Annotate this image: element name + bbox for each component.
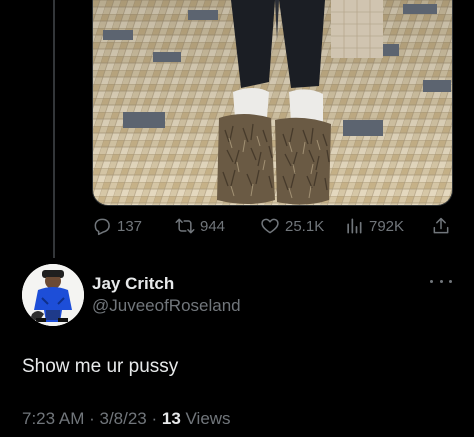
reply-button[interactable]: 137 <box>92 214 142 238</box>
tweet-detail-view: 137 944 25.1K 792K Jay Critch @JuveeofRo… <box>0 0 474 437</box>
share-icon <box>433 217 449 234</box>
retweet-count: 944 <box>200 217 226 235</box>
retweet-icon <box>175 218 195 234</box>
views-button[interactable]: 792K <box>344 214 404 238</box>
more-dot <box>430 279 433 283</box>
heart-icon <box>261 218 279 234</box>
views-count: 792K <box>369 217 405 235</box>
like-button[interactable]: 25.1K <box>260 214 324 238</box>
tweet-date[interactable]: 3/8/23 <box>99 409 146 428</box>
reply-count: 137 <box>117 217 143 235</box>
meta-separator: · <box>146 409 162 428</box>
more-dot <box>439 279 443 283</box>
tweet-text: Show me ur pussy <box>22 356 179 377</box>
meta-separator: · <box>84 409 100 428</box>
tweet-action-bar: 137 944 25.1K 792K <box>92 214 454 238</box>
reply-icon <box>94 218 110 236</box>
avatar-image <box>22 264 84 326</box>
tweet-views-count[interactable]: 13 <box>162 409 181 428</box>
thread-connector-line <box>53 0 55 258</box>
more-icon[interactable] <box>430 274 452 288</box>
share-button[interactable] <box>431 214 451 238</box>
author-handle[interactable]: @JuveeofRoseland <box>92 296 241 316</box>
author-display-name[interactable]: Jay Critch <box>92 274 174 294</box>
tweet-time[interactable]: 7:23 AM <box>22 409 84 428</box>
retweet-button[interactable]: 944 <box>175 214 225 238</box>
tweet-media-photo[interactable] <box>92 0 453 206</box>
more-dot <box>449 279 452 283</box>
analytics-icon <box>347 218 362 234</box>
avatar[interactable] <box>22 264 84 326</box>
like-count: 25.1K <box>285 217 325 235</box>
tiled-floor-photo <box>93 0 452 205</box>
tweet-views-label: Views <box>180 409 231 428</box>
tweet-metadata: 7:23 AM · 3/8/23 · 13 Views <box>22 409 231 429</box>
